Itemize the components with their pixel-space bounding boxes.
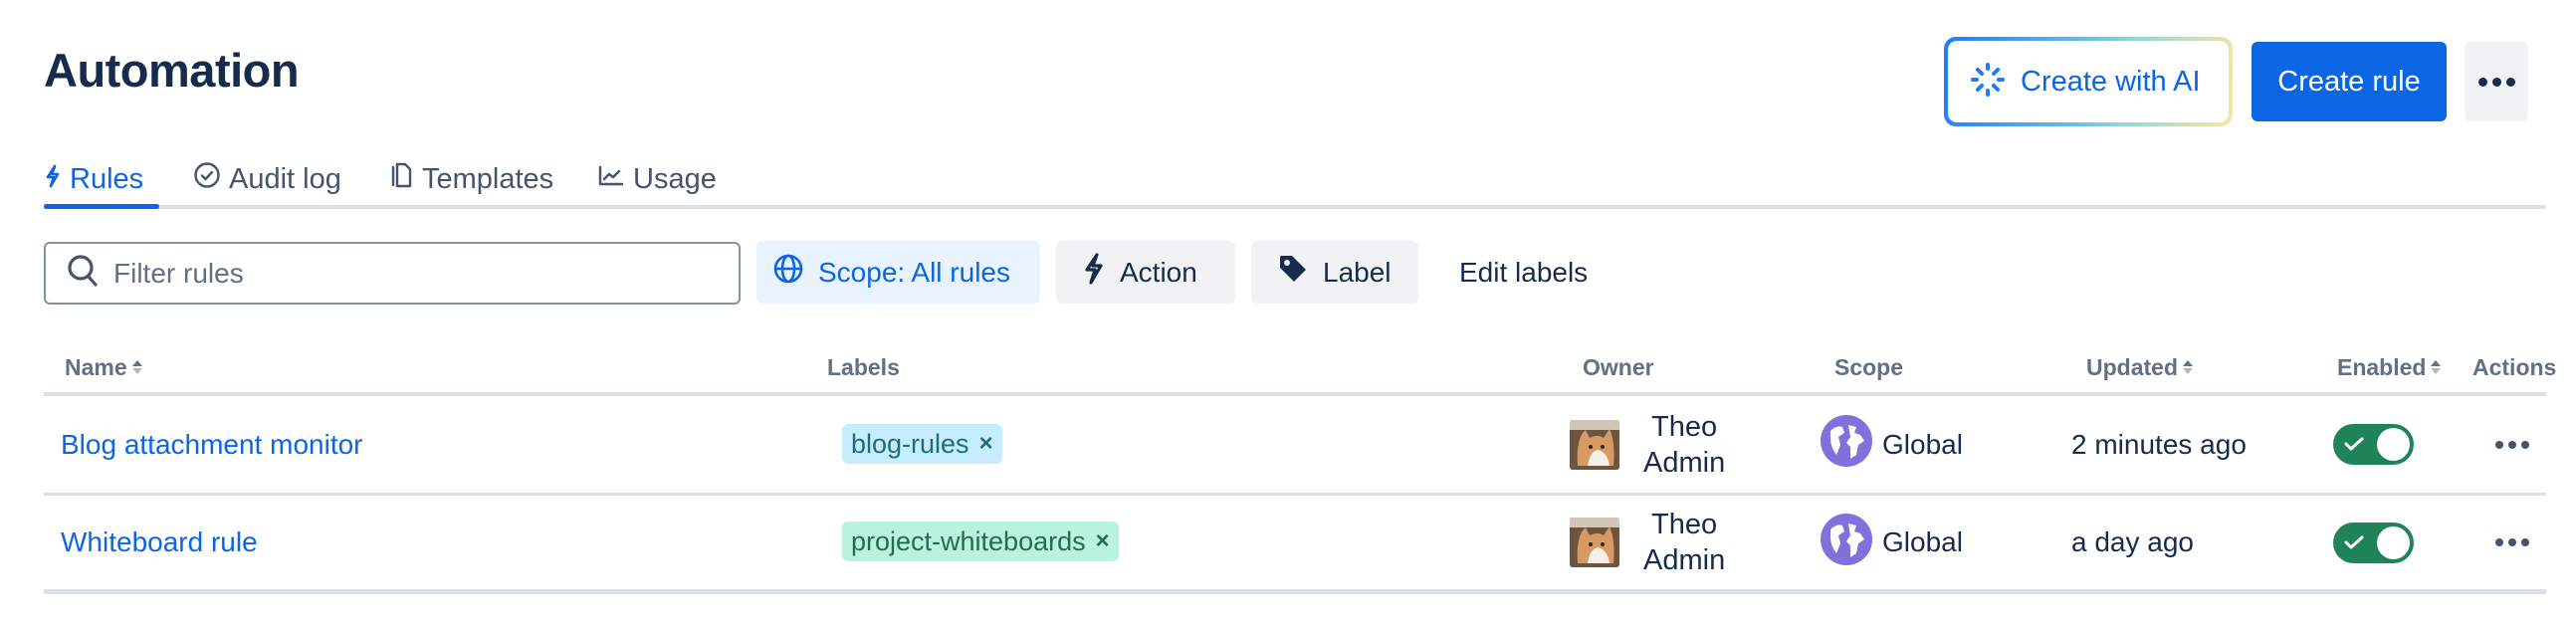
column-header-actions: Actions xyxy=(2472,350,2556,384)
owner-name: Theo Admin xyxy=(1643,507,1725,578)
remove-label-icon[interactable]: × xyxy=(1096,527,1110,555)
create-rule-button[interactable]: Create rule xyxy=(2252,42,2447,121)
scope-text: Global xyxy=(1882,428,1963,460)
globe-icon xyxy=(772,253,804,292)
filter-rules-input[interactable] xyxy=(113,257,671,290)
owner-name: Theo Admin xyxy=(1643,409,1725,481)
column-header-enabled-label: Enabled xyxy=(2337,353,2427,380)
scope-filter-button[interactable]: Scope: All rules xyxy=(756,241,1040,304)
label-tag: blog-rules × xyxy=(842,424,1002,464)
scope-text: Global xyxy=(1882,526,1963,557)
sort-icon xyxy=(131,360,142,374)
tab-audit-log[interactable]: Audit log xyxy=(193,155,341,203)
globe-icon xyxy=(1821,415,1872,474)
lightning-icon xyxy=(44,163,62,196)
column-header-actions-label: Actions xyxy=(2472,353,2557,380)
check-circle-icon xyxy=(193,161,221,197)
enabled-toggle[interactable] xyxy=(2333,424,2414,465)
tag-icon xyxy=(1277,253,1309,292)
table-row: Blog attachment monitor blog-rules × The… xyxy=(44,396,2546,493)
filter-rules-search[interactable] xyxy=(44,242,741,305)
copy-icon xyxy=(388,161,414,197)
table-bottom-border xyxy=(44,589,2546,594)
updated-text: a day ago xyxy=(2071,526,2194,557)
column-header-owner-label: Owner xyxy=(1583,353,1654,380)
row-more-actions-button[interactable] xyxy=(2495,538,2529,546)
column-header-updated[interactable]: Updated xyxy=(2086,350,2193,384)
column-header-owner: Owner xyxy=(1583,350,1654,384)
rule-name-link[interactable]: Whiteboard rule xyxy=(61,526,258,558)
create-with-ai-label: Create with AI xyxy=(2021,65,2201,98)
sort-icon xyxy=(2183,360,2193,374)
owner-avatar xyxy=(1570,518,1619,567)
label-tag-text: project-whiteboards xyxy=(851,525,1086,556)
label-tag-text: blog-rules xyxy=(851,428,969,459)
action-filter-button[interactable]: Action xyxy=(1056,241,1235,304)
create-with-ai-button[interactable]: Create with AI xyxy=(1944,37,2233,126)
lightning-icon xyxy=(1082,252,1106,293)
scope-filter-label: Scope: All rules xyxy=(818,256,1010,288)
more-actions-button[interactable] xyxy=(2465,42,2528,121)
rule-name-link[interactable]: Blog attachment monitor xyxy=(61,429,363,461)
page-title: Automation xyxy=(44,44,300,97)
owner-avatar xyxy=(1570,419,1619,470)
label-filter-label: Label xyxy=(1323,256,1392,288)
column-header-enabled[interactable]: Enabled xyxy=(2337,350,2442,384)
chart-line-icon xyxy=(597,163,625,196)
tab-usage-label: Usage xyxy=(633,162,717,195)
tab-rules[interactable]: Rules xyxy=(44,155,159,209)
remove-label-icon[interactable]: × xyxy=(979,430,993,458)
row-more-actions-button[interactable] xyxy=(2495,440,2529,449)
tab-usage[interactable]: Usage xyxy=(597,155,717,203)
search-icon xyxy=(66,253,100,294)
tab-bar: Rules Audit log Templates Usage xyxy=(44,149,2546,209)
label-tag: project-whiteboards × xyxy=(842,521,1119,561)
tab-audit-log-label: Audit log xyxy=(229,162,341,195)
owner-first-name: Theo xyxy=(1651,509,1718,540)
column-header-updated-label: Updated xyxy=(2086,353,2178,380)
edit-labels-button[interactable]: Edit labels xyxy=(1459,241,1588,304)
tab-templates-label: Templates xyxy=(422,162,554,195)
tab-templates[interactable]: Templates xyxy=(388,155,553,203)
ai-sparkle-icon xyxy=(1971,62,2005,102)
label-filter-button[interactable]: Label xyxy=(1251,241,1418,304)
updated-text: 2 minutes ago xyxy=(2071,428,2247,460)
action-filter-label: Action xyxy=(1120,256,1197,288)
tab-bar-divider xyxy=(44,205,2546,209)
more-horizontal-icon xyxy=(2477,77,2515,87)
tab-rules-label: Rules xyxy=(70,162,144,195)
table-row: Whiteboard rule project-whiteboards × Th… xyxy=(44,496,2546,589)
globe-icon xyxy=(1821,513,1872,572)
owner-first-name: Theo xyxy=(1651,410,1718,443)
column-header-name-label: Name xyxy=(65,353,127,380)
column-header-scope: Scope xyxy=(1834,350,1903,384)
column-header-labels-label: Labels xyxy=(827,353,900,380)
column-header-name[interactable]: Name xyxy=(65,350,142,384)
active-tab-indicator xyxy=(44,204,159,209)
sort-icon xyxy=(2431,360,2442,374)
owner-last-name: Admin xyxy=(1643,446,1726,479)
column-header-scope-label: Scope xyxy=(1834,353,1904,380)
owner-last-name: Admin xyxy=(1643,544,1726,576)
column-header-labels: Labels xyxy=(827,350,900,384)
enabled-toggle[interactable] xyxy=(2333,521,2414,563)
